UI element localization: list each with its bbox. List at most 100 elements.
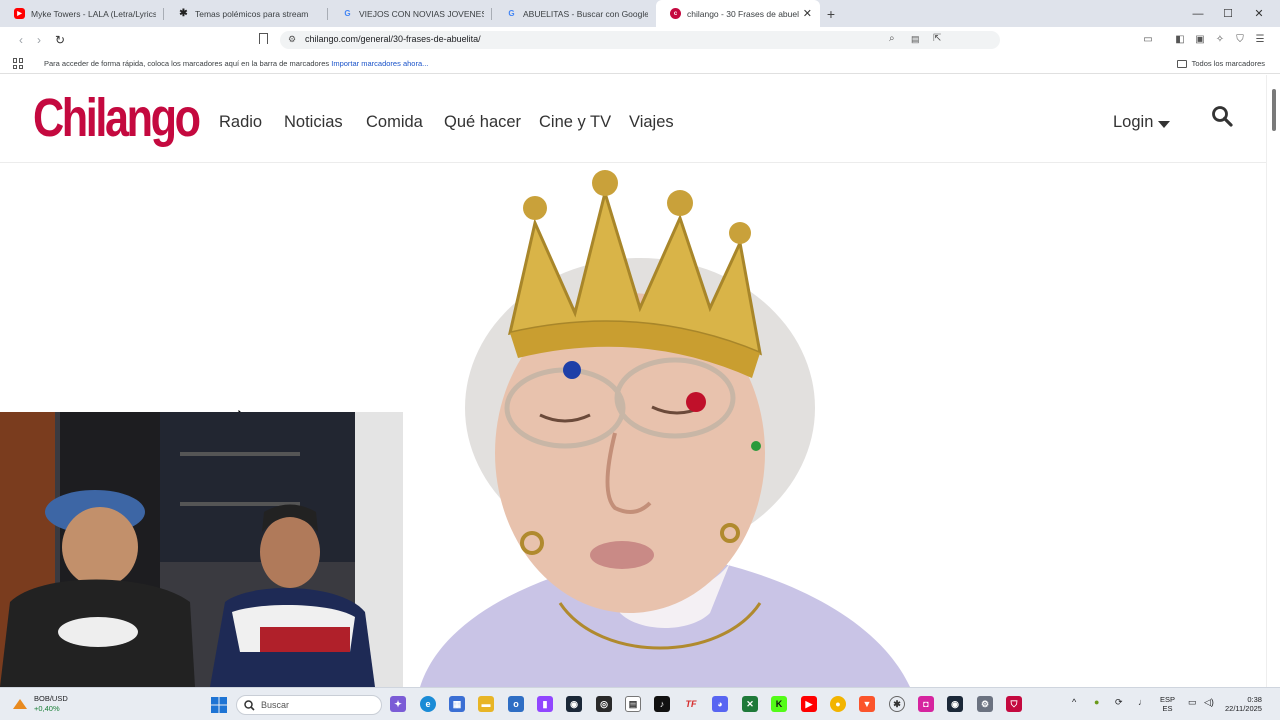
chrome-icon[interactable]: ●	[830, 696, 846, 712]
apps-icon[interactable]	[13, 58, 24, 69]
clock-date: 22/11/2025	[1225, 704, 1262, 713]
nav-noticias[interactable]: Noticias	[284, 113, 343, 132]
nav-radio[interactable]: Radio	[219, 113, 262, 132]
volume-icon[interactable]: ◁)	[1204, 698, 1214, 707]
nav-comida[interactable]: Comida	[366, 113, 423, 132]
scrollbar-thumb[interactable]	[1272, 89, 1276, 131]
wallet-icon[interactable]: ▣	[1193, 32, 1207, 46]
tray-overflow-icon[interactable]: ^	[1072, 698, 1076, 707]
search-icon	[244, 700, 255, 711]
twitch-icon[interactable]: ▮	[537, 696, 553, 712]
outlook-icon[interactable]: o	[508, 696, 524, 712]
tab-label: Temas polémicos para stream	[195, 8, 309, 19]
taskbar-search-input[interactable]: Buscar	[236, 695, 382, 715]
tab-label: VIEJOS CON NOVIAS JOVENES - Bus	[359, 8, 484, 19]
chatgpt-icon: ✱	[179, 8, 188, 19]
file-explorer-icon[interactable]: ▬	[478, 696, 494, 712]
weather-widget[interactable]: BOB/USD +0,40%	[12, 694, 68, 714]
search-icon[interactable]	[1211, 105, 1233, 127]
all-bookmarks-button[interactable]: Todos los marcadores	[1176, 59, 1265, 68]
taskbar-search-placeholder: Buscar	[261, 700, 290, 710]
page-scrollbar[interactable]	[1266, 75, 1280, 687]
back-button[interactable]: ‹	[12, 31, 30, 49]
kick-icon[interactable]: K	[771, 696, 787, 712]
tiktok-icon[interactable]: ♪	[654, 696, 670, 712]
sidebar-icon[interactable]: ◧	[1173, 32, 1187, 46]
webcam-overlay	[0, 412, 403, 687]
tab-chilango[interactable]: c chilango - 30 Frases de abuelita ✕	[656, 0, 820, 27]
network-icon[interactable]: ▭	[1188, 698, 1197, 707]
excel-icon[interactable]: ✕	[742, 696, 758, 712]
settings-icon[interactable]: ⚙	[977, 696, 993, 712]
hero-image	[420, 170, 910, 687]
brave-icon[interactable]: ▼	[859, 696, 875, 712]
all-bookmarks-label: Todos los marcadores	[1191, 59, 1265, 68]
leo-ai-icon[interactable]: ✧	[1213, 32, 1227, 46]
currency-pair: BOB/USD	[34, 694, 68, 703]
bookmark-icon[interactable]	[259, 33, 268, 44]
menu-icon[interactable]: ☰	[1253, 32, 1267, 46]
chilango-logo[interactable]: Chilango	[33, 83, 201, 153]
microphone-icon[interactable]: ♩	[1138, 698, 1147, 707]
store-icon[interactable]: ▦	[449, 696, 465, 712]
chevron-down-icon[interactable]	[1158, 121, 1170, 128]
zoom-icon[interactable]: ⌕	[889, 33, 895, 44]
language-indicator[interactable]: ESP ES	[1160, 695, 1175, 713]
bookmarks-hint-text: Para acceder de forma rápida, coloca los…	[44, 59, 330, 68]
tab-strip: ▶ Myke Towers - LALA (Letra/Lyrics) Be ✱…	[0, 0, 1280, 27]
chilango-icon: c	[670, 8, 681, 19]
tray-sync-icon[interactable]: ⟳	[1115, 698, 1123, 707]
tf-app-icon[interactable]: TF	[683, 696, 699, 712]
nav-viajes[interactable]: Viajes	[629, 113, 674, 132]
tab-chatgpt[interactable]: ✱ Temas polémicos para stream	[164, 0, 328, 27]
clock[interactable]: 0:38 22/11/2025	[1225, 695, 1262, 713]
new-tab-button[interactable]: +	[820, 0, 842, 27]
address-bar[interactable]: ⚙ chilango.com/general/30-frases-de-abue…	[280, 31, 1000, 49]
finance-widget-text: BOB/USD +0,40%	[34, 694, 68, 714]
vpn-icon[interactable]: ⛉	[1233, 32, 1247, 46]
tab-label: chilango - 30 Frases de abuelita	[687, 8, 799, 19]
youtube-icon: ▶	[14, 8, 25, 19]
instagram-icon[interactable]: ◘	[918, 696, 934, 712]
edge-icon[interactable]: e	[420, 696, 436, 712]
notepad-icon[interactable]: ▤	[625, 696, 641, 712]
media-icon[interactable]: ▭	[1141, 32, 1155, 46]
bookmarks-bar: Para acceder de forma rápida, coloca los…	[0, 53, 1280, 74]
chatgpt-app-icon[interactable]: ✱	[889, 696, 905, 712]
folder-icon	[1176, 59, 1187, 68]
reader-mode-icon[interactable]: ▤	[911, 34, 920, 45]
windows-start-icon[interactable]	[211, 697, 227, 713]
share-icon[interactable]: ⇱	[933, 33, 941, 44]
nav-cine-y-tv[interactable]: Cine y TV	[539, 113, 611, 132]
youtube-icon[interactable]: ▶	[801, 696, 817, 712]
clock-time: 0:38	[1247, 695, 1262, 704]
finance-widget-icon	[13, 699, 27, 709]
bookmarks-hint: Para acceder de forma rápida, coloca los…	[44, 59, 428, 68]
nav-que-hacer[interactable]: Qué hacer	[444, 113, 521, 132]
url-text: chilango.com/general/30-frases-de-abueli…	[305, 34, 481, 44]
import-bookmarks-link[interactable]: Importar marcadores ahora...	[331, 59, 428, 68]
windows-taskbar: BOB/USD +0,40% Buscar ✦ e ▦ ▬ o ▮ ◉ ◎ ▤ …	[0, 687, 1280, 720]
language-bottom: ES	[1162, 704, 1173, 713]
discord-icon[interactable]: ◕	[712, 696, 728, 712]
obs-icon[interactable]: ◎	[596, 696, 612, 712]
close-tab-icon[interactable]: ✕	[803, 7, 812, 20]
site-info-icon[interactable]: ⚙	[288, 34, 296, 45]
steam-alt-icon[interactable]: ◉	[947, 696, 963, 712]
currency-change: +0,40%	[34, 704, 60, 713]
copilot-icon[interactable]: ✦	[390, 696, 406, 712]
google-icon: G	[344, 9, 351, 18]
close-window-button[interactable]: ✕	[1244, 0, 1274, 27]
tray-app-icon[interactable]: ●	[1094, 698, 1099, 707]
forward-button[interactable]: ›	[30, 31, 48, 49]
maximize-button[interactable]: ☐	[1213, 0, 1243, 27]
tab-label: ABUELITAS - Buscar con Google	[523, 8, 648, 19]
reload-button[interactable]: ↻	[51, 31, 69, 49]
tab-youtube[interactable]: ▶ Myke Towers - LALA (Letra/Lyrics) Be	[0, 0, 164, 27]
steam-icon[interactable]: ◉	[566, 696, 582, 712]
tab-google-viejos[interactable]: G VIEJOS CON NOVIAS JOVENES - Bus	[328, 0, 492, 27]
login-button[interactable]: Login	[1113, 113, 1153, 132]
tab-google-abuelitas[interactable]: G ABUELITAS - Buscar con Google	[492, 0, 656, 27]
minimize-button[interactable]: —	[1183, 0, 1213, 27]
security-app-icon[interactable]: ⛉	[1006, 696, 1022, 712]
